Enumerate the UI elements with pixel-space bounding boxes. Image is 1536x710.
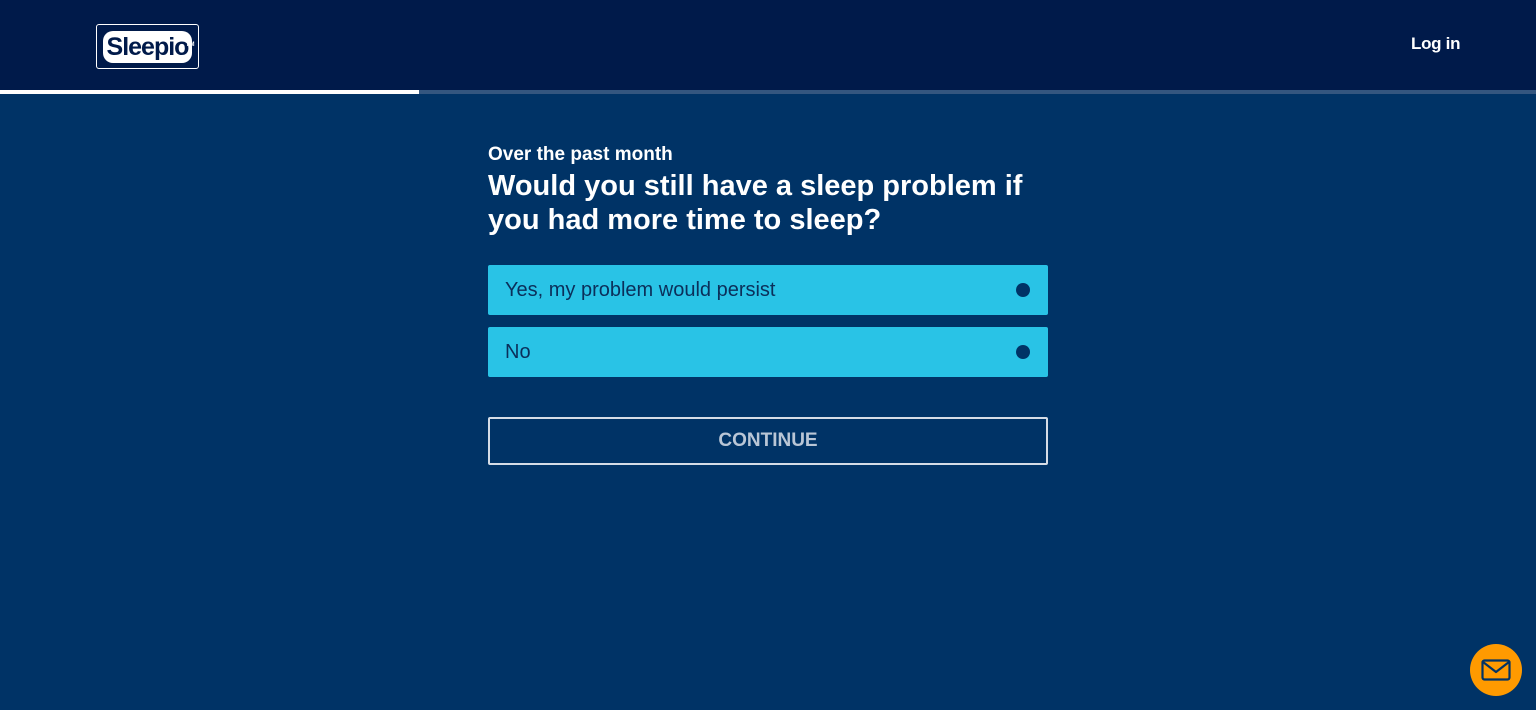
continue-button[interactable]: CONTINUE [488,417,1048,465]
question-subtitle: Over the past month [488,144,673,165]
radio-dot-icon [1016,345,1030,359]
logo-trademark: TM [185,41,195,48]
mail-icon [1481,659,1511,681]
login-link[interactable]: Log in [1411,34,1460,54]
question-panel: Over the past month Would you still have… [488,140,1048,465]
logo-text: Sleepio [106,32,190,61]
logo-wordmark: Sleepio TM [102,30,195,63]
answer-option-yes[interactable]: Yes, my problem would persist [488,265,1048,315]
progress-bar-fill [0,90,420,94]
answer-option-label: No [505,340,531,363]
top-navigation-bar: Sleepio TM Log in [0,0,1536,90]
answer-option-label: Yes, my problem would persist [505,278,776,301]
progress-bar [0,90,1536,94]
answer-options: Yes, my problem would persist No [488,265,1048,389]
radio-dot-icon [1016,283,1030,297]
question-title: Would you still have a sleep problem if … [488,170,1023,236]
chat-button[interactable] [1470,644,1522,696]
answer-option-no[interactable]: No [488,327,1048,377]
sleepio-logo[interactable]: Sleepio TM [96,24,199,69]
